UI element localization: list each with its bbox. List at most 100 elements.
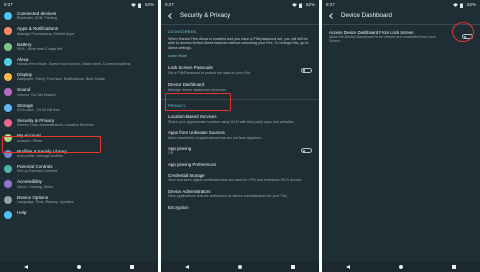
display-icon [4,73,12,82]
nav-home-icon[interactable] [398,264,404,270]
highlight-device-dashboard [165,93,231,111]
settings-item-subtitle: Set up Parental Controls [17,169,58,174]
settings-item-text: Device Options Language, Time, Backup, Up… [17,195,74,205]
settings-item-subtitle: 90% - More than 2 days left [17,46,63,51]
apps-from-unknown-sources-sub: Allow installation of applications that … [168,135,263,140]
settings-item-subtitle: Manage Permissions, Default Apps [17,31,75,36]
settings-item-subtitle: Hands-Free Mode, Screen lock access, Wak… [17,62,131,67]
battery-icon [4,42,12,51]
settings-panel: 9:27 62% Connected devices Bluetooth, USB… [0,0,158,272]
lock-screen-passcode-row[interactable]: Lock Screen Passcode Set a PIN/Password … [161,61,319,78]
device-administrators-text: Device Administrators View applications t… [168,189,312,199]
page-title: Security & Privacy [180,12,231,19]
nav-bar [0,262,158,272]
battery-icon [137,3,143,8]
settings-item-text: Display Wallpaper, Sleep, Font size, Noti… [17,72,105,82]
settings-item-text: Apps & Notifications Manage Permissions, … [17,26,74,36]
settings-item-text: Sound Volume, Do Not Disturb [17,87,56,97]
settings-item-subtitle: Screen Lock, Administrators, Location Se… [17,123,95,128]
device-options-icon [4,195,12,204]
settings-item-subtitle: Wallpaper, Sleep, Font size, Notificatio… [17,77,106,82]
lock-passcode-sub: Set a PIN/Password to protect the data o… [168,70,252,75]
app-pinning-sub: Off [168,151,173,156]
app-pinning-preferences-title: App pinning Preferences [168,161,217,167]
app-pinning-preferences-text: App pinning Preferences [168,162,312,167]
settings-item-subtitle: Volume, Do Not Disturb [17,92,56,97]
settings-item-text: Alexa Hands-Free Mode, Screen lock access… [17,57,130,67]
lock-passcode-toggle[interactable] [301,67,312,73]
settings-item-sound[interactable]: Sound Volume, Do Not Disturb [0,85,158,100]
battery-icon [459,3,465,8]
nav-bar [322,262,480,272]
battery-percent: 62% [466,2,476,7]
settings-item-device-options[interactable]: Device Options Language, Time, Backup, Up… [0,193,158,208]
settings-item-parental-controls[interactable]: Parental Controls Set up Parental Control… [0,162,158,177]
device-administrators-sub: View applications that are authorized as… [168,194,288,199]
back-arrow-icon[interactable] [168,12,174,19]
encryption-title: Encryption [168,204,189,210]
nav-home-icon[interactable] [76,264,82,270]
status-bar: 9:27 62% [322,0,480,9]
connected-devices-icon [4,12,12,20]
battery-percent: 62% [144,2,154,7]
status-bar: 9:27 62% [161,0,319,9]
nav-back-icon[interactable] [346,265,351,269]
nav-recents-icon[interactable] [290,265,295,269]
encryption-row[interactable]: Encryption [161,202,319,213]
security-privacy-panel: 9:27 62% Security & Privacy LOCKSCREEN W… [161,0,319,272]
device-administrators-row[interactable]: Device Administrators View applications t… [161,186,319,202]
back-arrow-icon[interactable] [329,12,335,19]
settings-item-subtitle: Add profile, Manage profiles [17,153,63,158]
settings-item-connected-devices[interactable]: Connected devices Bluetooth, USB, Printin… [0,9,158,24]
settings-item-subtitle: Language, Time, Backup, Updates [17,199,74,204]
settings-item-text: Help [17,210,26,215]
settings-item-text: Parental Controls Set up Parental Control… [17,164,57,174]
alexa-icon [4,57,12,66]
settings-item-subtitle: 31% used - 24.00 GB free [17,108,60,113]
settings-item-text: Security & Privacy Screen Lock, Administr… [17,118,94,128]
settings-item-text: Storage 31% used - 24.00 GB free [17,103,60,113]
sound-icon [4,88,12,97]
location-based-services-row[interactable]: Location-Based Services Share your approx… [161,111,319,127]
nav-recents-icon[interactable] [451,265,456,269]
learn-more-link[interactable]: Learn More [161,51,319,61]
app-pinning-toggle[interactable] [301,148,312,154]
settings-item-security-privacy[interactable]: Security & Privacy Screen Lock, Administr… [0,116,158,131]
nav-back-icon[interactable] [24,265,29,269]
status-time: 9:27 [165,2,174,7]
apps-from-unknown-sources-row[interactable]: Apps from Unknown Sources Allow installat… [161,127,319,143]
apps-from-unknown-sources-text: Apps from Unknown Sources Allow installat… [168,130,312,140]
nav-recents-icon[interactable] [129,265,134,269]
credential-storage-text: Credential Storage View and store digital… [168,173,312,183]
settings-item-text: Accessibility Vision, Hearing, Motor [17,179,53,189]
settings-item-title: Help [17,209,27,215]
settings-item-accessibility[interactable]: Accessibility Vision, Hearing, Motor [0,177,158,192]
settings-item-subtitle: Bluetooth, USB, Printing [17,16,57,21]
app-pinning-text: App pinning Off [168,146,191,156]
highlight-security-privacy [2,136,101,153]
credential-storage-row[interactable]: Credential Storage View and store digital… [161,170,319,186]
page-title: Device Dashboard [341,12,392,19]
settings-item-storage[interactable]: Storage 31% used - 24.00 GB free [0,101,158,116]
nav-home-icon[interactable] [237,264,243,270]
header: Security & Privacy [161,9,319,22]
device-dashboard-panel: 9:27 62% Device Dashboard Access Device … [322,0,480,272]
lockscreen-description: When Hands-Free Alexa is enabled and you… [168,36,309,51]
settings-item-text: Battery 90% - More than 2 days left [17,42,62,52]
wifi-icon [291,2,297,7]
settings-item-apps-notifications[interactable]: Apps & Notifications Manage Permissions, … [0,24,158,39]
settings-item-battery[interactable]: Battery 90% - More than 2 days left [0,40,158,55]
wifi-icon [452,2,458,7]
settings-item-subtitle: Vision, Hearing, Motor [17,184,54,189]
help-icon [4,210,12,219]
header: Device Dashboard [322,9,480,22]
settings-item-alexa[interactable]: Alexa Hands-Free Mode, Screen lock access… [0,55,158,70]
settings-item-display[interactable]: Display Wallpaper, Sleep, Font size, Noti… [0,70,158,85]
status-bar: 9:27 62% [0,0,158,9]
settings-item-help[interactable]: Help [0,208,158,223]
app-pinning-row[interactable]: App pinning Off [161,143,319,159]
app-pinning-preferences-row[interactable]: App pinning Preferences [161,159,319,170]
battery-icon [298,3,304,8]
security-privacy-icon [4,119,12,128]
nav-back-icon[interactable] [185,265,190,269]
